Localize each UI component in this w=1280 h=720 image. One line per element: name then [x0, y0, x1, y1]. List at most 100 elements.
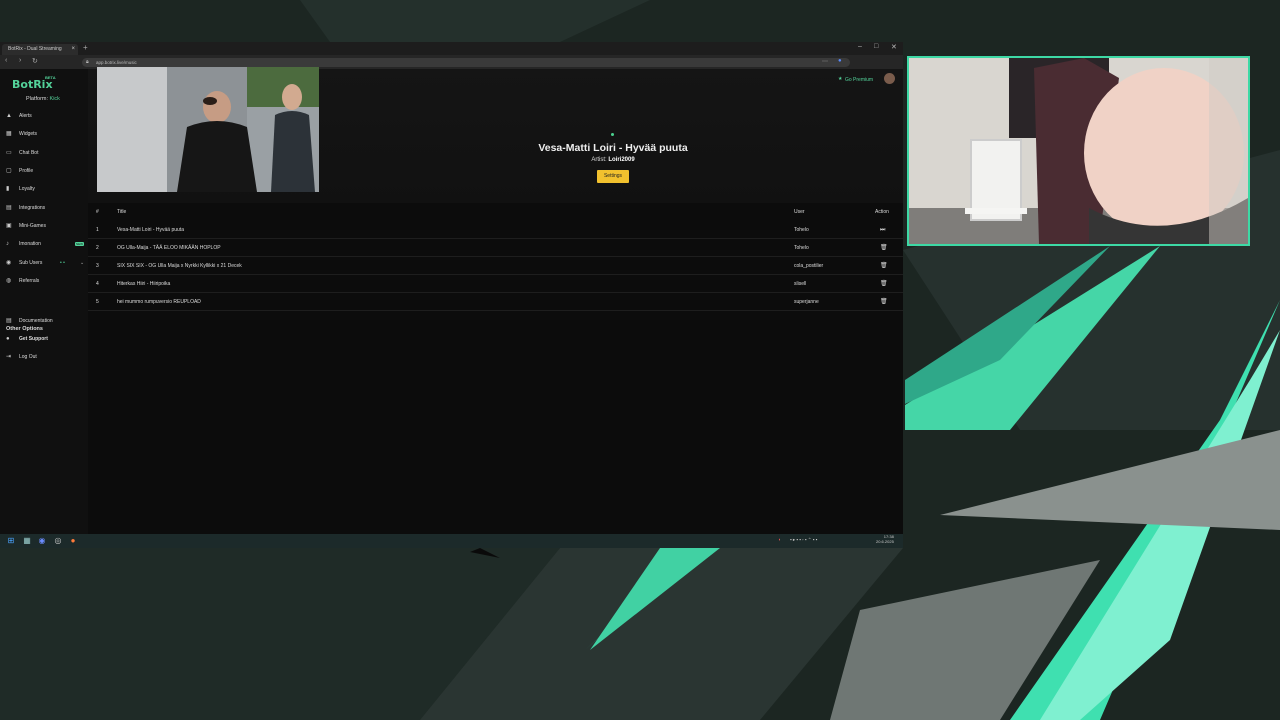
file-explorer-icon[interactable]: ▦	[22, 536, 32, 546]
sidebar-item-label: Chat Bot	[19, 150, 39, 156]
sidebar-item-sub-users[interactable]: ◉ Sub Users • • ⌄	[6, 257, 86, 269]
row-user: superjanne	[794, 299, 819, 305]
sidebar-item-imonation[interactable]: ♪ Imonation NEW	[6, 238, 86, 250]
integrations-icon: ▤	[6, 205, 12, 211]
column-header-action: Action	[875, 209, 889, 215]
row-user: cola_postilier	[794, 263, 824, 269]
sidebar-item-label: Log Out	[19, 354, 37, 360]
row-number: 5	[96, 299, 99, 305]
sidebar-item-profile[interactable]: ▢ Profile	[6, 165, 86, 177]
sidebar-item-label: Mini-Games	[19, 223, 46, 229]
users-icon: ◉	[6, 260, 12, 266]
sidebar-item-integrations[interactable]: ▤ Integrations	[6, 202, 86, 214]
sidebar-item-mini-games[interactable]: ▣ Mini-Games	[6, 220, 86, 232]
webcam-feed	[907, 56, 1250, 246]
status-dots-icon: • •	[60, 260, 65, 266]
video-thumbnail[interactable]	[97, 67, 319, 192]
obs-icon[interactable]: ◎	[53, 536, 63, 546]
skip-icon[interactable]: ⏭	[880, 221, 885, 239]
table-row: 1 Vesa-Matti Loiri - Hyvää puuta Tohelo …	[88, 221, 903, 239]
row-user: slisell	[794, 281, 807, 287]
delete-icon[interactable]: 🗑︎	[880, 257, 888, 275]
browser-tab[interactable]: BotRix - Dual Streaming ×	[2, 44, 78, 55]
sidebar-item-label: Imonation	[19, 241, 41, 247]
column-header-number: #	[96, 209, 99, 215]
row-user: Tohelo	[794, 245, 809, 251]
now-playing-panel: ★ Go Premium Vesa-Matti Loiri - Hyvää pu…	[88, 67, 903, 203]
forward-icon[interactable]: ›	[19, 57, 21, 64]
tab-title: BotRix - Dual Streaming	[8, 46, 62, 52]
row-title: hei mummo rumpuversio REUPLOAD	[117, 299, 201, 305]
star-icon: ★	[838, 76, 843, 82]
music-icon: ♪	[6, 241, 9, 247]
delete-icon[interactable]: 🗑︎	[880, 293, 888, 311]
delete-icon[interactable]: 🗑︎	[880, 239, 888, 257]
close-tab-icon[interactable]: ×	[71, 44, 75, 55]
row-number: 3	[96, 263, 99, 269]
games-icon: ▣	[6, 223, 12, 229]
sidebar-item-documentation[interactable]: ▤ Documentation	[6, 315, 86, 327]
column-header-user: User	[794, 209, 805, 215]
sidebar-item-get-support[interactable]: ● Get Support	[6, 333, 86, 345]
tab-bar: BotRix - Dual Streaming × + – □ ✕	[0, 42, 903, 55]
botrix-app: BotRix BETA Platform: Kick ▲ Alerts ▦ Wi…	[0, 67, 903, 534]
minimize-button[interactable]: –	[858, 43, 862, 50]
loyalty-icon: ▮	[6, 186, 10, 192]
docs-icon: ▤	[6, 318, 12, 324]
start-icon[interactable]: ⊞	[6, 536, 16, 546]
avatar[interactable]	[884, 73, 895, 84]
back-icon[interactable]: ‹	[5, 57, 7, 64]
sidebar-item-loyalty[interactable]: ▮ Loyalty	[6, 183, 86, 195]
row-user: Tohelo	[794, 227, 809, 233]
music-page: ★ Go Premium Vesa-Matti Loiri - Hyvää pu…	[88, 67, 903, 534]
discord-icon[interactable]: ◉	[37, 536, 47, 546]
browser-icon[interactable]: ●	[68, 536, 78, 546]
sidebar-item-label: Documentation	[19, 318, 53, 324]
tray-icons[interactable]: ▪ ▸ ▪ ▪ ◦ ▪ ⌃ ▪ ▪	[790, 537, 817, 543]
new-badge: NEW	[75, 242, 84, 246]
settings-button[interactable]: Settings	[597, 170, 629, 183]
now-playing-title: Vesa-Matti Loiri - Hyvää puuta	[538, 142, 688, 154]
platform-value: Kick	[49, 96, 60, 102]
row-number: 2	[96, 245, 99, 251]
sidebar-item-widgets[interactable]: ▦ Widgets	[6, 128, 86, 140]
table-row: 4 Hiterkas Hiiri - Hiiripoika slisell 🗑︎	[88, 275, 903, 293]
lock-icon: 🔒︎	[86, 59, 89, 65]
sidebar-item-label: Integrations	[19, 205, 46, 211]
webcam-image	[909, 58, 1248, 244]
profile-icon[interactable]: ●	[838, 58, 842, 64]
sidebar-item-log-out[interactable]: ⇥ Log Out	[6, 351, 86, 363]
sidebar-item-chat-bot[interactable]: ▭ Chat Bot	[6, 147, 86, 159]
windows-taskbar: ⊞ ▦ ◉ ◎ ● ◖ ▪ ▸ ▪ ▪ ◦ ▪ ⌃ ▪ ▪ 17:38 20.6…	[0, 534, 903, 548]
chevron-down-icon[interactable]: ⌄	[80, 257, 84, 269]
chat-icon: ▭	[6, 150, 12, 156]
new-tab-button[interactable]: +	[83, 43, 88, 52]
row-title: Hiterkas Hiiri - Hiiripoika	[117, 281, 171, 287]
bell-icon: ▲	[6, 113, 12, 119]
clock-date: 20.6.2025	[876, 539, 894, 544]
tray-icon[interactable]: ◖	[778, 537, 781, 542]
row-title: SIX SIX SIX - OG Ulla Maija x Nyrkki Kyl…	[117, 263, 242, 269]
reload-icon[interactable]: ↻	[32, 57, 38, 65]
clock[interactable]: 17:38 20.6.2025	[876, 534, 894, 544]
table-row: 5 hei mummo rumpuversio REUPLOAD superja…	[88, 293, 903, 311]
extension-icon[interactable]: ⋯	[822, 58, 828, 65]
support-icon: ●	[6, 336, 10, 342]
delete-icon[interactable]: 🗑︎	[880, 275, 888, 293]
artist-label: Artist:	[591, 157, 607, 163]
row-number: 1	[96, 227, 99, 233]
sidebar-item-alerts[interactable]: ▲ Alerts	[6, 110, 86, 122]
sidebar-item-label: Alerts	[19, 113, 32, 119]
url-input[interactable]: 🔒︎ app.botrix.live/music	[82, 58, 850, 67]
sidebar-item-label: Profile	[19, 168, 34, 174]
widgets-icon: ▦	[6, 131, 12, 137]
platform-indicator[interactable]: Platform: Kick	[26, 96, 60, 102]
go-premium-link[interactable]: Go Premium	[845, 77, 873, 83]
column-header-title: Title	[117, 209, 127, 215]
sidebar-item-referrals[interactable]: ◍ Referrals	[6, 275, 86, 287]
sidebar-item-label: Loyalty	[19, 186, 35, 192]
maximize-button[interactable]: □	[874, 43, 878, 50]
close-window-button[interactable]: ✕	[891, 43, 897, 51]
beta-badge: BETA	[45, 75, 56, 80]
artist-name: Loiri2009	[608, 157, 635, 163]
